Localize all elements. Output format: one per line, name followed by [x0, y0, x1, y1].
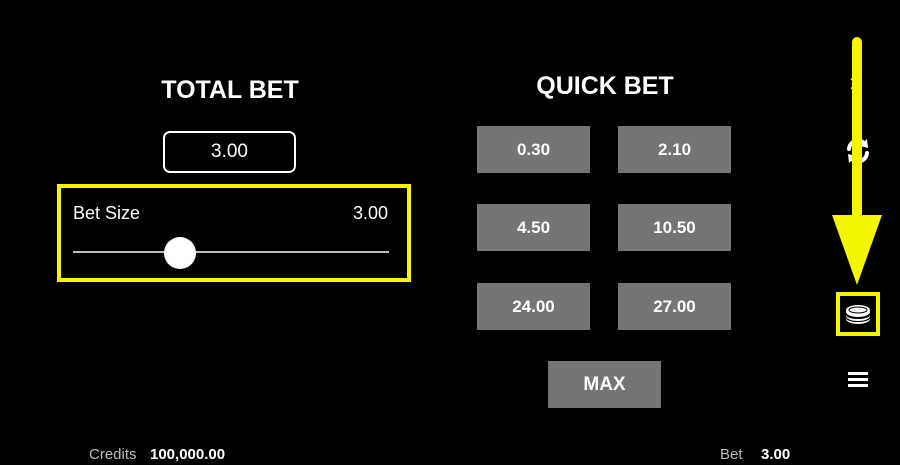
quick-bet-button[interactable]: 0.30	[477, 126, 590, 173]
quick-bet-button[interactable]: 4.50	[477, 204, 590, 251]
quick-bet-button[interactable]: 24.00	[477, 283, 590, 330]
bet-size-panel: Bet Size 3.00	[57, 184, 411, 282]
quick-bet-title: QUICK BET	[536, 72, 674, 100]
bet-label: Bet	[720, 446, 743, 463]
bet-size-slider-track[interactable]	[73, 251, 389, 253]
yellow-arrow-annotation	[832, 37, 882, 285]
bet-settings-screen: TOTAL BET 3.00 Bet Size 3.00 QUICK BET 0…	[0, 0, 900, 465]
bet-size-value: 3.00	[352, 203, 388, 223]
total-bet-title: TOTAL BET	[161, 76, 299, 104]
menu-icon[interactable]	[848, 370, 868, 393]
credits-value: 100,000.00	[150, 446, 226, 463]
quick-bet-button[interactable]: 27.00	[618, 283, 731, 330]
bet-size-slider-thumb[interactable]	[164, 237, 197, 269]
credits-label: Credits	[89, 446, 137, 463]
quick-bet-button[interactable]: 10.50	[618, 204, 731, 251]
bet-value: 3.00	[761, 446, 791, 463]
quick-bet-button[interactable]: 2.10	[618, 126, 731, 173]
bet-size-label: Bet Size	[73, 203, 141, 223]
total-bet-display: 3.00	[163, 131, 296, 173]
max-bet-button[interactable]: MAX	[548, 361, 661, 408]
bet-settings-button[interactable]	[836, 292, 880, 336]
coins-icon	[846, 305, 870, 324]
